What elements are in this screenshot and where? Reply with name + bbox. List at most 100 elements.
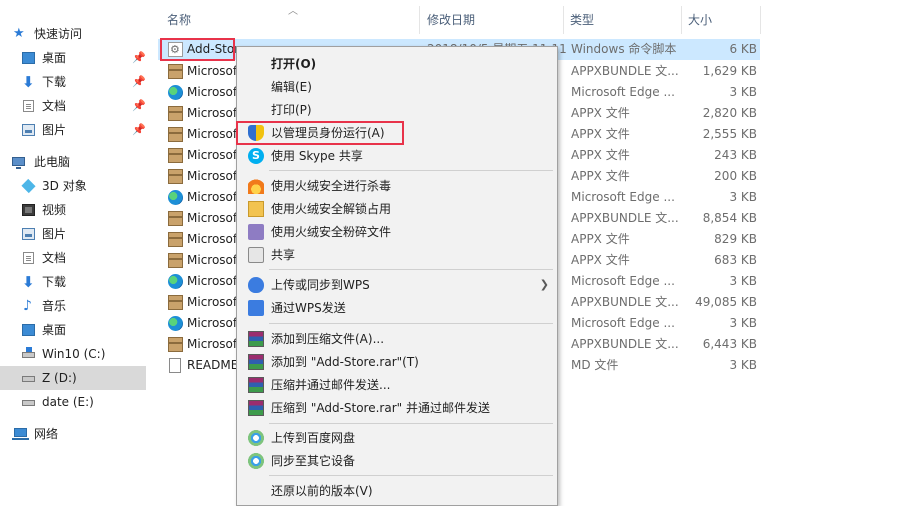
winrar-icon [248,331,264,347]
column-header-size[interactable]: 大小 [676,6,756,34]
nav-this-pc[interactable]: 此电脑 [0,150,146,174]
nav-label: 下载 [42,275,67,289]
nav-label: 3D 对象 [42,179,87,193]
nav-item-pictures-pc[interactable]: 图片 [0,222,146,246]
column-header-name[interactable]: 名称 [155,6,419,34]
file-type: MD 文件 [571,358,619,372]
file-size: 3 KB [729,190,757,204]
nav-item-desktop-pc[interactable]: 桌面 [0,318,146,342]
nav-label: date (E:) [42,395,94,409]
nav-item-downloads-pc[interactable]: ⬇ 下载 [0,270,146,294]
menu-item-skype-share[interactable]: S 使用 Skype 共享 [239,145,555,167]
nav-label: 下载 [42,75,67,89]
column-header-date[interactable]: 修改日期 [415,6,559,34]
winrar-icon [248,377,264,393]
package-icon [168,148,183,163]
menu-label: 添加到 "Add-Store.rar"(T) [271,355,419,369]
file-type: Microsoft Edge ... [571,274,675,288]
column-header-type[interactable]: 类型 [558,6,676,34]
menu-label: 编辑(E) [271,80,312,94]
menu-item-share[interactable]: 共享 [239,244,555,266]
nav-label: Win10 (C:) [42,347,106,361]
file-type: APPX 文件 [571,148,630,162]
nav-item-drive-d[interactable]: Z (D:) [0,366,146,390]
menu-item-rar-add-named[interactable]: 添加到 "Add-Store.rar"(T) [239,351,555,373]
nav-item-pictures[interactable]: 图片 📌 [0,118,146,142]
file-size: 683 KB [714,253,757,267]
nav-item-music[interactable]: ♪ 音乐 [0,294,146,318]
menu-item-wps-send[interactable]: 通过WPS发送 [239,297,555,319]
menu-item-rar-email[interactable]: 压缩并通过邮件发送... [239,374,555,396]
drive-icon [22,376,35,382]
menu-item-open[interactable]: 打开(O) [239,53,555,75]
column-divider[interactable] [760,6,761,34]
menu-item-rar-add[interactable]: 添加到压缩文件(A)... [239,328,555,350]
package-icon [168,106,183,121]
download-icon: ⬇ [22,73,35,91]
navigation-pane: ★ 快速访问 桌面 📌 ⬇ 下载 📌 文档 📌 图片 📌 此电脑 3D 对象 视… [0,0,146,500]
nav-item-desktop[interactable]: 桌面 📌 [0,46,146,70]
pin-icon[interactable]: 📌 [132,94,146,118]
nav-network[interactable]: 网络 [0,422,146,446]
menu-item-print[interactable]: 打印(P) [239,99,555,121]
menu-item-rar-email-named[interactable]: 压缩到 "Add-Store.rar" 并通过邮件发送 [239,397,555,419]
menu-item-huorong-scan[interactable]: 使用火绒安全进行杀毒 [239,175,555,197]
nav-item-drive-c[interactable]: Win10 (C:) [0,342,146,366]
nav-item-downloads[interactable]: ⬇ 下载 📌 [0,70,146,94]
nav-item-drive-e[interactable]: date (E:) [0,390,146,414]
menu-item-sync-devices[interactable]: 同步至其它设备 [239,450,555,472]
nav-label: 网络 [34,427,59,441]
menu-item-huorong-unlock[interactable]: 使用火绒安全解锁占用 [239,198,555,220]
file-type: APPX 文件 [571,232,630,246]
desktop-icon [22,324,35,336]
menu-label: 使用火绒安全解锁占用 [271,202,392,216]
shredder-icon [248,224,264,240]
menu-label: 压缩并通过邮件发送... [271,378,391,392]
document-icon [23,252,34,264]
menu-item-edit[interactable]: 编辑(E) [239,76,555,98]
menu-label: 使用火绒安全进行杀毒 [271,179,392,193]
menu-item-restore-versions[interactable]: 还原以前的版本(V) [239,480,555,502]
file-size: 8,854 KB [702,211,757,225]
menu-label: 上传到百度网盘 [271,431,356,445]
menu-label: 通过WPS发送 [271,301,346,315]
folder-unlock-icon [248,201,264,217]
pin-icon[interactable]: 📌 [132,70,146,94]
menu-label: 使用 Skype 共享 [271,149,363,163]
column-headers: ︿ 名称 修改日期 类型 大小 [155,6,900,34]
nav-item-documents-pc[interactable]: 文档 [0,246,146,270]
menu-label: 打印(P) [271,103,312,117]
pin-icon[interactable]: 📌 [132,118,146,142]
menu-label: 压缩到 "Add-Store.rar" 并通过邮件发送 [271,401,490,415]
nav-item-videos[interactable]: 视频 [0,198,146,222]
videos-icon [22,204,35,216]
file-type: APPX 文件 [571,127,630,141]
file-size: 6,443 KB [702,337,757,351]
file-type: APPXBUNDLE 文... [571,211,679,225]
file-type: APPX 文件 [571,253,630,267]
pin-icon[interactable]: 📌 [132,46,146,70]
package-icon [168,127,183,142]
pictures-icon [22,228,35,240]
nav-quick-access[interactable]: ★ 快速访问 [0,22,146,46]
nav-item-3d-objects[interactable]: 3D 对象 [0,174,146,198]
menu-item-wps-upload[interactable]: 上传或同步到WPS ❯ [239,274,555,296]
file-size: 2,555 KB [702,127,757,141]
menu-item-baidu-upload[interactable]: 上传到百度网盘 [239,427,555,449]
menu-item-huorong-shred[interactable]: 使用火绒安全粉碎文件 [239,221,555,243]
file-type: Microsoft Edge ... [571,85,675,99]
file-size: 6 KB [729,42,757,56]
drive-icon [22,400,35,406]
3d-objects-icon [21,178,36,194]
package-icon [168,211,183,226]
nav-label: 音乐 [42,299,67,313]
chevron-right-icon: ❯ [539,278,549,291]
nav-item-documents[interactable]: 文档 📌 [0,94,146,118]
pictures-icon [22,124,35,136]
menu-separator [269,269,553,270]
file-type: APPX 文件 [571,169,630,183]
highlight-box-file [160,38,235,61]
file-size: 829 KB [714,232,757,246]
drive-icon [22,347,35,358]
package-icon [168,232,183,247]
